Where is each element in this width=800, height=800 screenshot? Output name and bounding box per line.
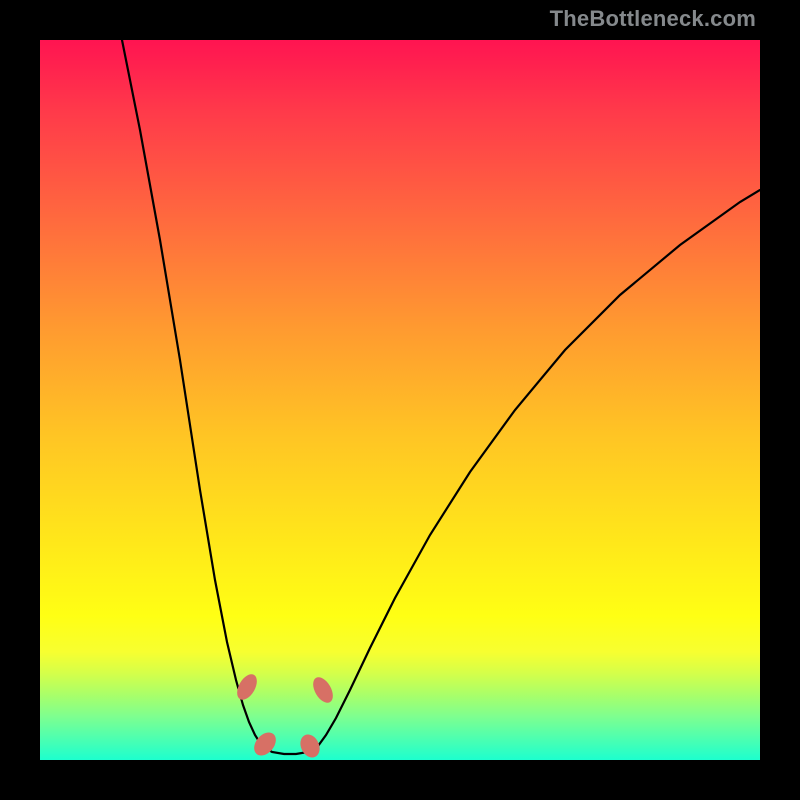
markers-group: [233, 671, 337, 760]
bottleneck-curve: [122, 40, 760, 754]
marker-right-upper: [309, 674, 337, 706]
marker-right-lower: [297, 731, 323, 760]
watermark-text: TheBottleneck.com: [550, 6, 756, 32]
chart-plot-area: [40, 40, 760, 760]
chart-svg: [40, 40, 760, 760]
